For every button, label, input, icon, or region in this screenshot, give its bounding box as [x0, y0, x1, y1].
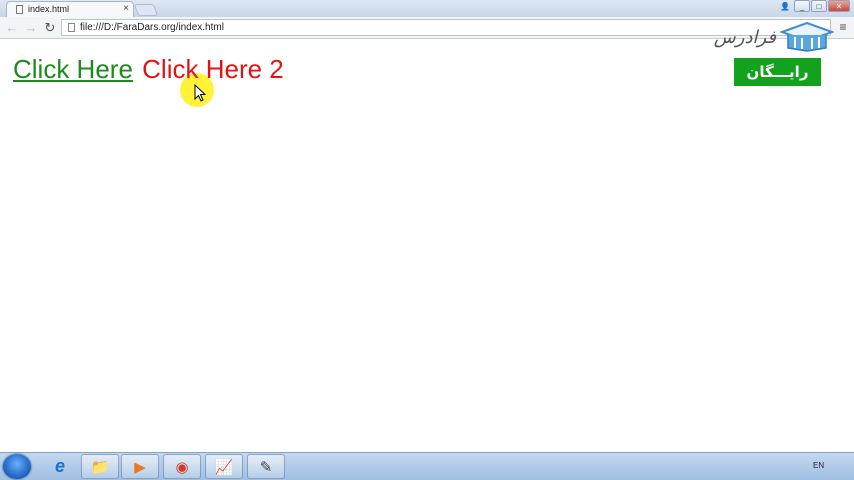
menu-icon[interactable]: ≡ [837, 20, 849, 34]
page-icon [16, 5, 23, 14]
taskbar: e 📁 ▶ ◉ 📈 ✎ EN [0, 452, 854, 480]
forward-button[interactable]: → [23, 20, 39, 36]
file-explorer-icon[interactable]: 📁 [81, 454, 119, 479]
language-indicator[interactable]: EN [813, 461, 824, 470]
page-links: Click Here Click Here 2 [13, 54, 284, 85]
close-button[interactable]: ✕ [828, 0, 850, 12]
mouse-cursor-icon [194, 84, 206, 102]
start-button[interactable] [3, 454, 31, 479]
title-bar: index.html × 👤 _ □ ✕ [0, 0, 854, 17]
free-badge: رایـــگان [734, 58, 821, 86]
logo-graphic-icon [780, 22, 834, 52]
media-player-icon[interactable]: ▶ [121, 454, 159, 479]
faradars-logo: فرادرس [712, 20, 834, 54]
new-tab-button[interactable] [133, 4, 159, 16]
tab-title: index.html [28, 4, 70, 14]
tab-close-icon[interactable]: × [123, 3, 129, 15]
logo-text: فرادرس [713, 26, 776, 48]
address-text[interactable]: file:///D:/FaraDars.org/index.html [80, 21, 224, 35]
minimize-button[interactable]: _ [794, 0, 810, 12]
chrome-icon[interactable]: ◉ [163, 454, 201, 479]
chart-app-icon[interactable]: 📈 [205, 454, 243, 479]
click-here-2-link[interactable]: Click Here 2 [142, 54, 284, 84]
reload-button[interactable]: ↻ [42, 20, 58, 36]
window-controls: 👤 _ □ ✕ [777, 0, 850, 12]
tab-index[interactable]: index.html × [6, 1, 134, 17]
click-here-link[interactable]: Click Here [13, 54, 133, 84]
tool-app-icon[interactable]: ✎ [247, 454, 285, 479]
maximize-button[interactable]: □ [811, 0, 827, 12]
page-icon [68, 23, 75, 32]
user-icon[interactable]: 👤 [777, 0, 793, 12]
back-button[interactable]: ← [4, 20, 20, 36]
internet-explorer-icon[interactable]: e [41, 454, 79, 479]
